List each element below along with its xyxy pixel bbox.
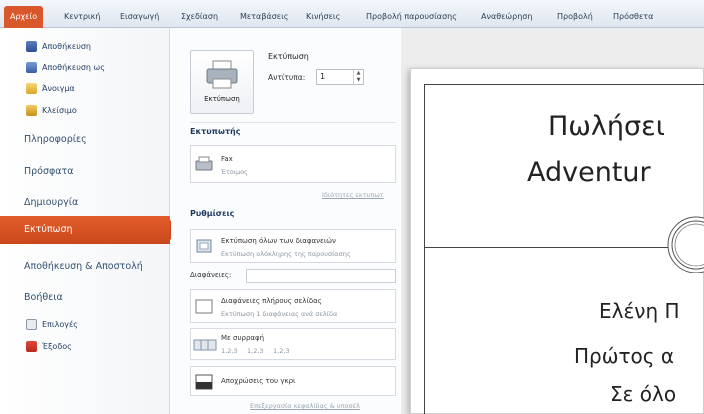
ribbon-tab-bar: Αρχείο Κεντρική Εισαγωγή Σχεδίαση Μεταβά… bbox=[0, 0, 704, 28]
printer-heading: Εκτυπωτής bbox=[190, 127, 241, 136]
slide-title-line-2: Adventur bbox=[527, 157, 651, 188]
color-title: Αποχρώσεις του γκρι bbox=[221, 377, 296, 385]
color-dropdown[interactable]: Αποχρώσεις του γκρι bbox=[190, 366, 396, 396]
tab-transitions[interactable]: Μεταβάσεις bbox=[240, 8, 289, 26]
tab-addins[interactable]: Πρόσθετα bbox=[613, 8, 653, 26]
tab-home[interactable]: Κεντρική bbox=[64, 8, 100, 26]
tab-review[interactable]: Αναθεώρηση bbox=[481, 8, 532, 26]
slide-subtitle-line-3: Σε όλο bbox=[610, 382, 677, 406]
options-icon bbox=[26, 319, 37, 330]
exit-icon bbox=[26, 341, 37, 352]
slide-subtitle-line-1: Ελένη Π bbox=[599, 299, 680, 323]
folder-close-icon bbox=[26, 105, 37, 116]
collate-sub-2: 1,2,3 bbox=[247, 347, 264, 355]
menu-item-save-send[interactable]: Αποθήκευση & Αποστολή bbox=[24, 261, 143, 272]
divider bbox=[190, 122, 396, 123]
grayscale-icon bbox=[195, 374, 213, 390]
menu-item-label: Αποθήκευση ως bbox=[42, 63, 105, 72]
tab-design[interactable]: Σχεδίαση bbox=[181, 8, 218, 26]
settings-heading: Ρυθμίσεις bbox=[190, 209, 235, 218]
menu-item-label: Αποθήκευση bbox=[42, 42, 91, 51]
copies-input[interactable]: 1 ▲ ▼ bbox=[316, 69, 364, 85]
copies-label: Αντίτυπα: bbox=[268, 73, 306, 82]
ornament-rings bbox=[667, 216, 704, 273]
print-range-dropdown[interactable]: Εκτύπωση όλων των διαφανειών Εκτύπωση ολ… bbox=[190, 229, 396, 263]
tab-animations[interactable]: Κινήσεις bbox=[306, 8, 340, 26]
layout-dropdown[interactable]: Διαφάνειες πλήρους σελίδας Εκτύπωση 1 δι… bbox=[190, 289, 396, 323]
slides-icon bbox=[196, 239, 212, 253]
menu-item-help[interactable]: Βοήθεια bbox=[24, 292, 63, 303]
slides-label: Διαφάνειες: bbox=[190, 271, 232, 279]
print-button-label: Εκτύπωση bbox=[204, 95, 240, 103]
collate-dropdown[interactable]: Με συρραφή 1,2,3 1,2,3 1,2,3 bbox=[190, 328, 396, 360]
menu-item-label: Επιλογές bbox=[42, 320, 78, 329]
collate-sub-1: 1,2,3 bbox=[221, 347, 238, 355]
menu-item-label: Άνοιγμα bbox=[42, 84, 75, 93]
copies-stepper[interactable]: ▲ ▼ bbox=[353, 70, 363, 84]
menu-item-label: Κλείσιμο bbox=[42, 106, 77, 115]
collate-icon bbox=[193, 339, 217, 351]
fax-icon bbox=[195, 156, 213, 171]
print-title: Εκτύπωση bbox=[268, 52, 309, 61]
print-range-title: Εκτύπωση όλων των διαφανειών bbox=[221, 237, 336, 245]
full-page-slide-icon bbox=[195, 299, 213, 314]
layout-title: Διαφάνειες πλήρους σελίδας bbox=[221, 297, 322, 305]
collate-title: Με συρραφή bbox=[221, 334, 265, 342]
folder-open-icon bbox=[26, 83, 37, 94]
printer-properties-link[interactable]: Ιδιότητες εκτυπωτ bbox=[322, 191, 384, 199]
save-as-icon bbox=[26, 62, 37, 73]
tab-view[interactable]: Προβολή bbox=[557, 8, 593, 26]
printer-icon bbox=[206, 60, 238, 89]
printer-dropdown[interactable]: Fax Έτοιμος bbox=[190, 145, 396, 183]
slide-subtitle-line-2: Πρώτος α bbox=[574, 344, 675, 368]
copies-value: 1 bbox=[320, 72, 326, 81]
print-button[interactable]: Εκτύπωση bbox=[190, 50, 254, 114]
tab-file[interactable]: Αρχείο bbox=[4, 6, 44, 28]
slide-title-line-1: Πωλήσει bbox=[548, 111, 665, 142]
layout-sub: Εκτύπωση 1 διαφάνειας ανά σελίδα bbox=[221, 310, 338, 318]
tab-insert[interactable]: Εισαγωγή bbox=[120, 8, 159, 26]
slides-input[interactable] bbox=[246, 269, 396, 283]
menu-item-new[interactable]: Δημιουργία bbox=[24, 197, 78, 208]
tab-slideshow[interactable]: Προβολή παρουσίασης bbox=[366, 8, 457, 26]
menu-item-info[interactable]: Πληροφορίες bbox=[24, 134, 87, 145]
edit-header-footer-link[interactable]: Επεξεργασία κεφαλίδας & υποσέλ bbox=[250, 402, 360, 410]
printer-status: Έτοιμος bbox=[221, 168, 248, 176]
menu-item-recent[interactable]: Πρόσφατα bbox=[24, 166, 74, 177]
menu-item-label: Έξοδος bbox=[42, 342, 72, 351]
save-icon bbox=[26, 41, 37, 52]
menu-item-print[interactable]: Εκτύπωση bbox=[0, 216, 180, 244]
collate-sub-3: 1,2,3 bbox=[273, 347, 290, 355]
printer-name: Fax bbox=[221, 155, 233, 163]
print-range-sub: Εκτύπωση ολόκληρης της παρουσίασης bbox=[221, 250, 351, 258]
menu-item-print-label: Εκτύπωση bbox=[24, 224, 73, 235]
